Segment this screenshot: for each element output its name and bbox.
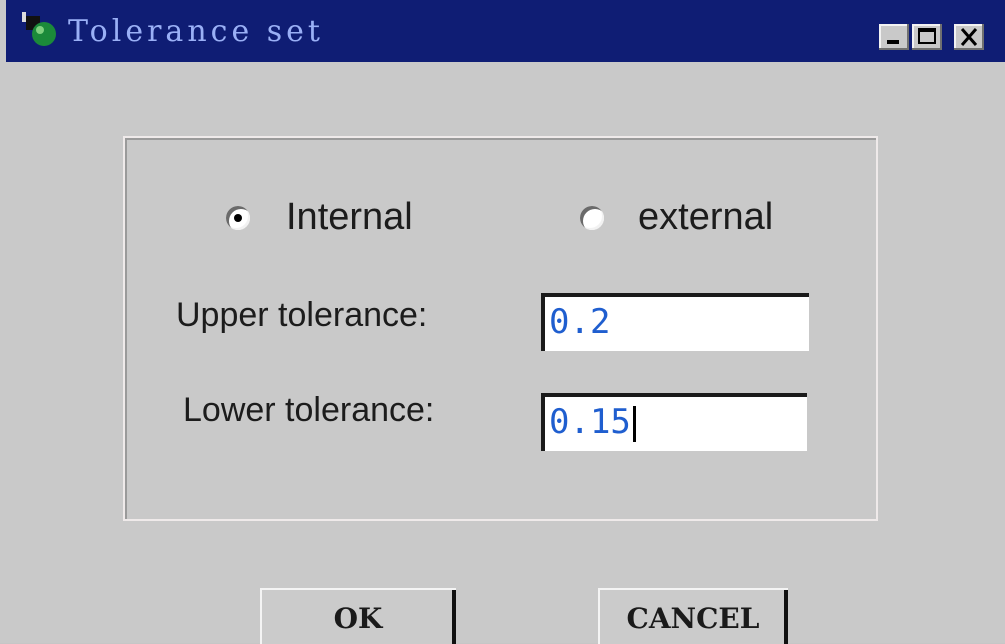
radio-selected-dot bbox=[234, 214, 242, 222]
upper-tolerance-label: Upper tolerance: bbox=[176, 296, 428, 334]
title-bar[interactable]: Tolerance set bbox=[6, 0, 1005, 62]
maximize-icon bbox=[918, 28, 936, 44]
cancel-button[interactable]: CANCEL bbox=[598, 588, 788, 644]
minimize-icon bbox=[887, 40, 899, 44]
upper-tolerance-input[interactable]: 0.2 bbox=[541, 293, 809, 351]
external-radio[interactable] bbox=[580, 206, 604, 230]
window-title: Tolerance set bbox=[68, 14, 324, 49]
internal-label[interactable]: Internal bbox=[286, 196, 413, 239]
maximize-button[interactable] bbox=[912, 24, 942, 50]
text-caret bbox=[632, 405, 636, 442]
ok-button-label: OK bbox=[333, 602, 383, 635]
dialog-window: Tolerance set Internal external Upper to… bbox=[0, 0, 1005, 644]
external-label[interactable]: external bbox=[638, 196, 773, 239]
close-icon bbox=[960, 28, 978, 46]
lower-tolerance-value: 0.15 bbox=[549, 402, 631, 442]
close-button[interactable] bbox=[954, 24, 984, 50]
lower-tolerance-label: Lower tolerance: bbox=[183, 391, 435, 429]
lower-tolerance-input[interactable]: 0.15 bbox=[541, 393, 807, 451]
internal-radio[interactable] bbox=[226, 206, 250, 230]
app-icon bbox=[22, 10, 62, 50]
cancel-button-label: CANCEL bbox=[626, 602, 760, 635]
minimize-button[interactable] bbox=[879, 24, 909, 50]
upper-tolerance-value: 0.2 bbox=[549, 302, 611, 342]
ok-button[interactable]: OK bbox=[260, 588, 456, 644]
